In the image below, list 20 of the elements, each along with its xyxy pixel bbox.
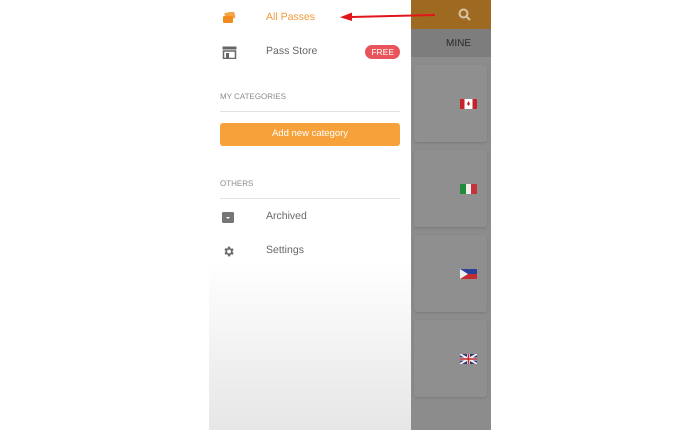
drawer-item[interactable]: Archived — [209, 200, 411, 234]
pass-card[interactable] — [414, 235, 487, 312]
store-icon — [222, 46, 237, 58]
flag-icon — [460, 98, 477, 108]
flag-icon — [460, 184, 477, 194]
flag-icon — [460, 354, 477, 364]
drawer-item[interactable]: Pass Store FREE — [209, 35, 411, 69]
archive-icon — [222, 212, 234, 222]
section-heading: OTHERS — [220, 179, 254, 188]
flag-icon — [460, 268, 477, 278]
free-badge: FREE — [365, 44, 400, 60]
search-icon[interactable] — [458, 8, 471, 21]
ticket-icon — [222, 12, 236, 24]
pass-card[interactable] — [414, 320, 487, 397]
settings-icon — [222, 244, 235, 258]
pass-card[interactable] — [414, 150, 487, 227]
tab[interactable]: MINE — [446, 36, 471, 50]
section-heading: MY CATEGORIES — [220, 92, 286, 101]
drawer-item[interactable]: Settings — [209, 234, 411, 268]
pass-card[interactable] — [414, 65, 487, 142]
